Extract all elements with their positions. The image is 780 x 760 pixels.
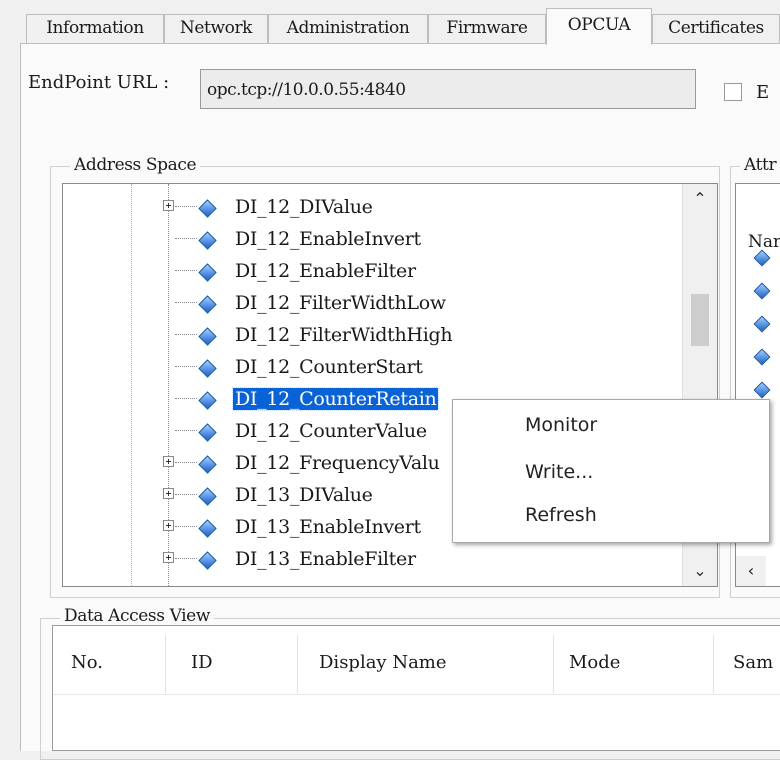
tree-node-label: DI_12_FrequencyValu <box>235 452 440 474</box>
tree-node-label: DI_12_CounterStart <box>235 356 423 378</box>
tree-node-label: DI_13_DIValue <box>235 484 373 506</box>
variable-node-icon <box>198 423 217 442</box>
column-header-mode[interactable]: Mode <box>569 652 620 673</box>
variable-node-icon <box>198 199 217 218</box>
tree-node-label: DI_13_EnableInvert <box>235 516 421 538</box>
variable-node-icon <box>753 348 771 366</box>
plus-expander-icon[interactable] <box>163 488 174 499</box>
menu-item-monitor[interactable]: Monitor <box>525 414 597 436</box>
tab-certificates[interactable]: Certificates <box>652 14 780 43</box>
enable-checkbox-label: E <box>756 82 770 103</box>
variable-node-icon <box>753 315 771 333</box>
endpoint-label: EndPoint URL : <box>28 72 170 93</box>
tree-node-label: DI_12_CounterRetain <box>231 387 440 411</box>
variable-node-icon <box>198 519 217 538</box>
enable-checkbox[interactable] <box>724 83 742 101</box>
variable-node-icon <box>198 455 217 474</box>
data-access-title: Data Access View <box>60 606 214 626</box>
tab-information[interactable]: Information <box>26 14 164 43</box>
tree-node[interactable]: DI_12_EnableFilter <box>63 256 683 286</box>
tab-firmware[interactable]: Firmware <box>428 14 546 43</box>
tree-node-label: DI_12_FilterWidthLow <box>235 292 446 314</box>
context-menu: Monitor Write... Refresh <box>452 399 770 543</box>
variable-node-icon <box>198 487 217 506</box>
tree-node[interactable]: DI_12_FilterWidthLow <box>63 288 683 318</box>
scrollbar-thumb[interactable] <box>691 294 709 346</box>
chevron-down-icon[interactable]: ⌄ <box>683 556 717 586</box>
tree-node[interactable]: DI_13_EnableFilter <box>63 544 683 574</box>
variable-node-icon <box>198 551 217 570</box>
tree-node-label: DI_12_DIValue <box>235 196 373 218</box>
tab-opcua[interactable]: OPCUA <box>546 8 652 45</box>
plus-expander-icon[interactable] <box>163 456 174 467</box>
variable-node-icon <box>198 327 217 346</box>
tree-node[interactable]: DI_12_EnableInvert <box>63 224 683 254</box>
tree-node[interactable]: DI_12_CounterStart <box>63 352 683 382</box>
variable-node-icon <box>753 282 771 300</box>
tree-node-label: DI_12_EnableFilter <box>235 260 416 282</box>
variable-node-icon <box>198 391 217 410</box>
data-access-table[interactable]: No. ID Display Name Mode Sam <box>52 625 780 751</box>
tab-administration[interactable]: Administration <box>268 14 428 43</box>
endpoint-url-field[interactable]: opc.tcp://10.0.0.55:4840 <box>200 69 696 109</box>
variable-node-icon <box>198 359 217 378</box>
menu-item-refresh[interactable]: Refresh <box>525 504 597 526</box>
menu-item-write[interactable]: Write... <box>525 461 593 483</box>
tab-bar: Information Network Administration Firmw… <box>0 0 780 45</box>
attributes-title: Attr <box>740 155 780 175</box>
tree-node[interactable]: DI_12_FilterWidthHigh <box>63 320 683 350</box>
address-space-title: Address Space <box>70 155 201 175</box>
tree-node-label: DI_12_CounterValue <box>235 420 427 442</box>
chevron-up-icon[interactable]: ⌃ <box>683 184 717 214</box>
column-header-display-name[interactable]: Display Name <box>319 652 447 673</box>
column-header-no[interactable]: No. <box>71 652 103 673</box>
chevron-left-icon[interactable]: ‹ <box>736 556 766 586</box>
tree-node-label: DI_13_EnableFilter <box>235 548 416 570</box>
variable-node-icon <box>753 381 771 399</box>
plus-expander-icon[interactable] <box>163 200 174 211</box>
plus-expander-icon[interactable] <box>163 520 174 531</box>
variable-node-icon <box>753 249 771 267</box>
tree-node-label: DI_12_EnableInvert <box>235 228 421 250</box>
tab-network[interactable]: Network <box>164 14 268 43</box>
column-header-id[interactable]: ID <box>191 652 213 673</box>
tree-node-label: DI_12_FilterWidthHigh <box>235 324 453 346</box>
attributes-column-header: Nar <box>748 232 780 252</box>
column-header-sampling[interactable]: Sam <box>733 652 773 673</box>
tree-node[interactable]: DI_12_DIValue <box>63 192 683 222</box>
variable-node-icon <box>198 295 217 314</box>
variable-node-icon <box>198 231 217 250</box>
variable-node-icon <box>198 263 217 282</box>
plus-expander-icon[interactable] <box>163 552 174 563</box>
